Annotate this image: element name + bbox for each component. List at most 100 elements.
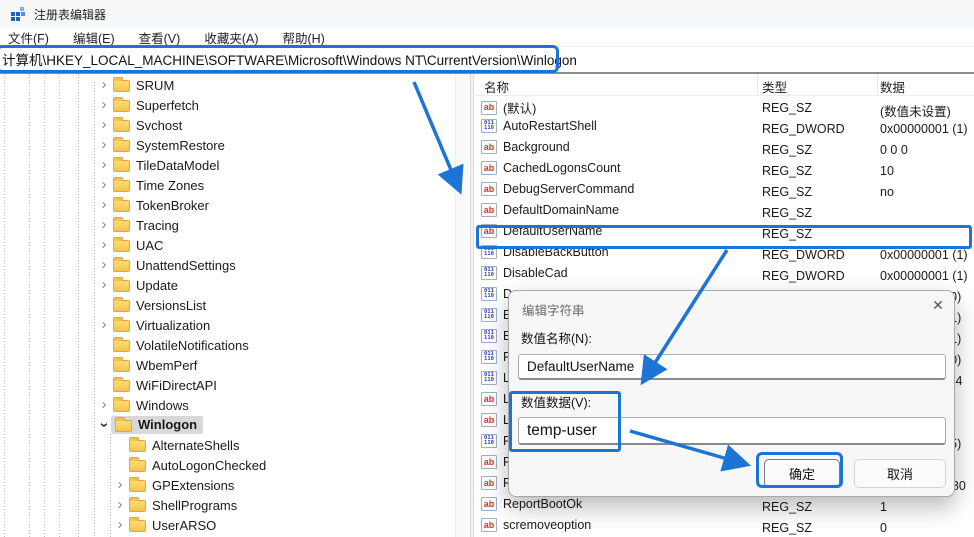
tree-item-shellprograms[interactable]: ›ShellPrograms (0, 495, 455, 515)
tree-item-update[interactable]: ›Update (0, 275, 455, 295)
tree-item-label: UserARSO (152, 518, 216, 533)
ok-button[interactable]: 确定 (764, 459, 840, 488)
column-header-data[interactable]: 数据 (880, 77, 905, 96)
tree-item-svchost[interactable]: › Svchost (0, 115, 455, 135)
chevron-right-icon[interactable]: › (97, 278, 111, 292)
tree-item-label: WbemPerf (136, 358, 197, 373)
value-data-input[interactable] (518, 417, 946, 445)
string-value-icon: ab (481, 203, 497, 217)
folder-icon (113, 100, 130, 112)
tree-item-label: AlternateShells (152, 438, 239, 453)
string-value-icon: ab (481, 476, 497, 490)
menu-help[interactable]: 帮助(H) (282, 28, 324, 47)
tree-item-windows[interactable]: › Windows (0, 395, 455, 415)
value-name: (默认) (503, 98, 536, 117)
menu-favorites[interactable]: 收藏夹(A) (204, 28, 258, 47)
value-data: 0x00000001 (1) (880, 122, 968, 136)
value-row-background[interactable]: abBackgroundREG_SZ0 0 0 (474, 139, 974, 160)
tree-vertical-scrollbar[interactable] (455, 74, 471, 537)
chevron-right-icon[interactable]: › (97, 98, 111, 112)
folder-icon (113, 300, 130, 312)
column-separator[interactable] (757, 74, 758, 94)
chevron-right-icon[interactable]: › (97, 178, 111, 192)
folder-icon (129, 480, 146, 492)
tree-item-alternateshells[interactable]: AlternateShells (0, 435, 455, 455)
dword-value-icon: 011110 (481, 371, 497, 385)
tree-item-time zones[interactable]: ›Time Zones (0, 175, 455, 195)
chevron-right-icon[interactable]: › (97, 318, 111, 332)
value-row-reportbootok[interactable]: abReportBootOkREG_SZ1 (474, 496, 974, 517)
value-data: no (880, 185, 894, 199)
chevron-right-icon[interactable]: › (97, 158, 111, 172)
tree-item-gpextensions[interactable]: ›GPExtensions (0, 475, 455, 495)
value-type: REG_SZ (762, 500, 812, 514)
tree-item-label: Svchost (136, 118, 182, 133)
tree-item-tiledatamodel[interactable]: ›TileDataModel (0, 155, 455, 175)
value-row-defaultusername[interactable]: abDefaultUserNameREG_SZ (474, 223, 974, 244)
tree-item-unattendsettings[interactable]: ›UnattendSettings (0, 255, 455, 275)
chevron-right-icon[interactable]: › (97, 138, 111, 152)
value-data: 0 (880, 521, 887, 535)
value-data: 0x00000001 (1) (880, 248, 968, 262)
tree-item-tracing[interactable]: ›Tracing (0, 215, 455, 235)
folder-icon (113, 240, 130, 252)
chevron-right-icon[interactable]: › (97, 118, 111, 132)
value-row-(默认)[interactable]: ab(默认)REG_SZ(数值未设置) (474, 97, 974, 118)
value-row-autorestartshell[interactable]: 011110AutoRestartShellREG_DWORD0x0000000… (474, 118, 974, 139)
chevron-right-icon[interactable]: › (113, 478, 127, 492)
tree-item-virtualization[interactable]: › Virtualization (0, 315, 455, 335)
tree-item-tokenbroker[interactable]: ›TokenBroker (0, 195, 455, 215)
column-separator[interactable] (877, 74, 878, 94)
tree-item-volatilenotifications[interactable]: VolatileNotifications (0, 335, 455, 355)
tree-item-label: Windows (136, 398, 189, 413)
value-name: DefaultUserName (503, 224, 602, 238)
string-value-icon: ab (481, 392, 497, 406)
value-row-defaultdomainname[interactable]: abDefaultDomainNameREG_SZ (474, 202, 974, 223)
value-row-debugservercommand[interactable]: abDebugServerCommandREG_SZno (474, 181, 974, 202)
value-row-disablebackbutton[interactable]: 011110DisableBackButtonREG_DWORD0x000000… (474, 244, 974, 265)
string-value-icon: ab (481, 224, 497, 238)
edit-string-dialog: 编辑字符串 ✕ 数值名称(N): 数值数据(V): 确定 取消 (508, 290, 955, 497)
tree-item-wifidirectapi[interactable]: WiFiDirectAPI (0, 375, 455, 395)
tree-item-label: VolatileNotifications (136, 338, 249, 353)
chevron-right-icon[interactable]: › (113, 498, 127, 512)
column-header-name[interactable]: 名称 (484, 77, 509, 96)
tree-item-superfetch[interactable]: ›Superfetch (0, 95, 455, 115)
column-header-type[interactable]: 类型 (762, 77, 787, 96)
dword-value-icon: 011110 (481, 245, 497, 259)
value-row-scremoveoption[interactable]: abscremoveoptionREG_SZ0 (474, 517, 974, 537)
tree-item-label: Virtualization (136, 318, 210, 333)
value-name: DisableCad (503, 266, 568, 280)
folder-icon (113, 220, 130, 232)
value-name-input[interactable] (518, 354, 946, 380)
menu-edit[interactable]: 编辑(E) (73, 28, 115, 47)
menu-file[interactable]: 文件(F) (8, 28, 49, 47)
chevron-right-icon[interactable]: › (97, 78, 111, 92)
tree-item-winlogon[interactable]: ›Winlogon (0, 415, 455, 435)
tree-item-systemrestore[interactable]: ›SystemRestore (0, 135, 455, 155)
tree-item-versionslist[interactable]: VersionsList (0, 295, 455, 315)
chevron-right-icon[interactable]: › (97, 218, 111, 232)
tree-item-uac[interactable]: ›UAC (0, 235, 455, 255)
close-icon[interactable]: ✕ (927, 297, 949, 314)
value-row-disablecad[interactable]: 011110DisableCadREG_DWORD0x00000001 (1) (474, 265, 974, 286)
folder-icon (113, 140, 130, 152)
tree-item-userarso[interactable]: › UserARSO (0, 515, 455, 535)
tree-item-autologonchecked[interactable]: AutoLogonChecked (0, 455, 455, 475)
cancel-button[interactable]: 取消 (854, 459, 946, 488)
chevron-down-icon[interactable]: › (97, 418, 111, 432)
value-name: Background (503, 140, 570, 154)
chevron-right-icon[interactable]: › (113, 518, 127, 532)
address-input[interactable] (2, 48, 962, 70)
value-type: REG_SZ (762, 206, 812, 220)
string-value-icon: ab (481, 182, 497, 196)
tree-item-wbemperf[interactable]: WbemPerf (0, 355, 455, 375)
chevron-right-icon[interactable]: › (97, 198, 111, 212)
tree-item-srum[interactable]: ›SRUM (0, 75, 455, 95)
chevron-right-icon[interactable]: › (97, 258, 111, 272)
chevron-right-icon[interactable]: › (97, 398, 111, 412)
chevron-right-icon[interactable]: › (97, 238, 111, 252)
value-row-cachedlogonscount[interactable]: abCachedLogonsCountREG_SZ10 (474, 160, 974, 181)
dword-value-icon: 011110 (481, 266, 497, 280)
menu-view[interactable]: 查看(V) (139, 28, 181, 47)
